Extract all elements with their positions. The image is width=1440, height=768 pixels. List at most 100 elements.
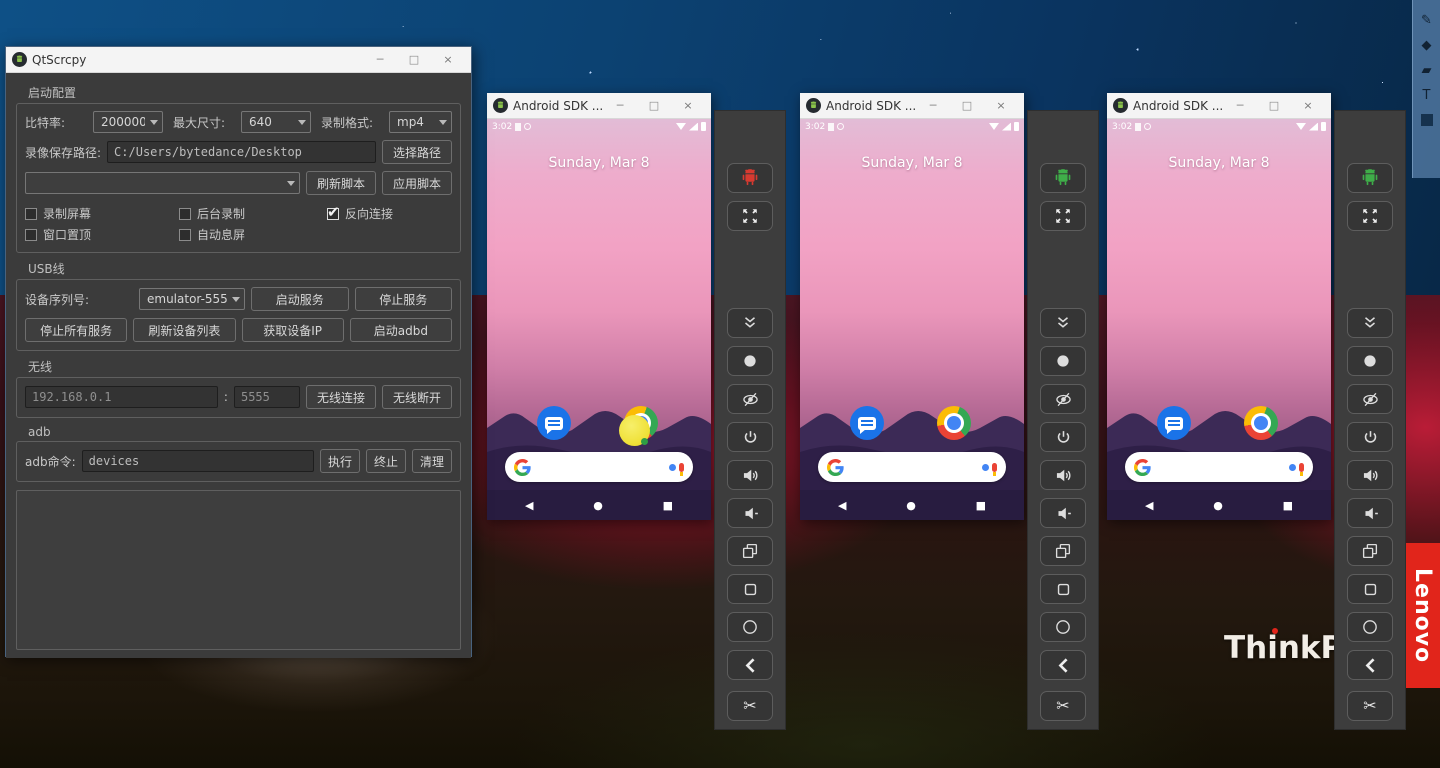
chrome-app-icon[interactable]: [1244, 406, 1278, 440]
google-search-bar[interactable]: [818, 452, 1006, 482]
power-button[interactable]: [1040, 422, 1086, 452]
screenshot-button[interactable]: ✂: [727, 691, 773, 721]
nav-recents-button[interactable]: ■: [663, 499, 673, 512]
expand-menu-button[interactable]: [1040, 308, 1086, 338]
volume-up-button[interactable]: [727, 460, 773, 490]
shape-tool-icon[interactable]: [1421, 114, 1433, 126]
close-button[interactable]: ×: [671, 99, 705, 112]
marker-icon[interactable]: ▰: [1422, 64, 1432, 77]
wireless-disconnect-button[interactable]: 无线断开: [382, 385, 452, 409]
google-search-bar[interactable]: [1125, 452, 1313, 482]
record-screen-checkbox[interactable]: 录制屏幕: [25, 205, 173, 222]
wireless-connect-button[interactable]: 无线连接: [306, 385, 376, 409]
nav-home-button[interactable]: ●: [906, 499, 916, 512]
phone-screen[interactable]: 3:02 Sunday, Mar 8: [1107, 119, 1331, 520]
record-path-input[interactable]: C:/Users/bytedance/Desktop: [107, 141, 376, 163]
voice-search-icon[interactable]: [992, 463, 997, 472]
messages-app-icon[interactable]: [1157, 406, 1191, 440]
record-button[interactable]: [727, 346, 773, 376]
nav-back-button[interactable]: ◀: [838, 499, 846, 512]
screenshot-button[interactable]: ✂: [1040, 691, 1086, 721]
max-size-select[interactable]: 640: [241, 111, 311, 133]
apply-script-button[interactable]: 应用脚本: [382, 171, 452, 195]
execute-button[interactable]: 执行: [320, 449, 360, 473]
back-button[interactable]: [1040, 650, 1086, 680]
messages-app-icon[interactable]: [537, 406, 571, 440]
select-path-button[interactable]: 选择路径: [382, 140, 452, 164]
connection-status-button[interactable]: [1040, 163, 1086, 193]
connection-status-button[interactable]: [727, 163, 773, 193]
pen-icon[interactable]: ✎: [1421, 14, 1432, 27]
bitrate-select[interactable]: 2000000: [93, 111, 163, 133]
power-button[interactable]: [1347, 422, 1393, 452]
minimize-button[interactable]: ─: [916, 99, 950, 112]
volume-down-button[interactable]: [1040, 498, 1086, 528]
refresh-device-list-button[interactable]: 刷新设备列表: [133, 318, 235, 342]
wireless-ip-input[interactable]: 192.168.0.1: [25, 386, 218, 408]
window-on-top-checkbox[interactable]: 窗口置顶: [25, 226, 173, 243]
refresh-script-button[interactable]: 刷新脚本: [306, 171, 376, 195]
record-button[interactable]: [1040, 346, 1086, 376]
minimize-button[interactable]: ─: [603, 99, 637, 112]
clean-button[interactable]: 清理: [412, 449, 452, 473]
app-switch-button[interactable]: [1040, 536, 1086, 566]
screen-off-button[interactable]: [727, 384, 773, 414]
get-device-ip-button[interactable]: 获取设备IP: [242, 318, 344, 342]
auto-screen-off-checkbox[interactable]: 自动息屏: [179, 226, 245, 243]
expand-menu-button[interactable]: [1347, 308, 1393, 338]
messages-app-icon[interactable]: [850, 406, 884, 440]
back-button[interactable]: [727, 650, 773, 680]
emulator-titlebar[interactable]: Android SDK ... ─ □ ×: [1107, 93, 1331, 119]
nav-recents-button[interactable]: ■: [1283, 499, 1293, 512]
nav-home-button[interactable]: ●: [1213, 499, 1223, 512]
app-switch-button[interactable]: [1347, 536, 1393, 566]
record-format-select[interactable]: mp4: [389, 111, 452, 133]
log-output-area[interactable]: [16, 490, 461, 650]
maximize-button[interactable]: □: [397, 53, 431, 66]
fullscreen-button[interactable]: [1347, 201, 1393, 231]
home-button[interactable]: [1040, 612, 1086, 642]
emulator-titlebar[interactable]: Android SDK ... ─ □ ×: [487, 93, 711, 119]
close-button[interactable]: ×: [1291, 99, 1325, 112]
google-search-bar[interactable]: [505, 452, 693, 482]
home-button[interactable]: [1347, 612, 1393, 642]
screen-off-button[interactable]: [1040, 384, 1086, 414]
recents-button[interactable]: [727, 574, 773, 604]
phone-screen[interactable]: 3:02 Sunday, Mar 8: [487, 119, 711, 520]
voice-search-icon[interactable]: [1299, 463, 1304, 472]
nav-home-button[interactable]: ●: [593, 499, 603, 512]
terminate-button[interactable]: 终止: [366, 449, 406, 473]
power-button[interactable]: [727, 422, 773, 452]
adb-command-input[interactable]: devices: [82, 450, 314, 472]
screen-off-button[interactable]: [1347, 384, 1393, 414]
start-adbd-button[interactable]: 启动adbd: [350, 318, 452, 342]
record-button[interactable]: [1347, 346, 1393, 376]
nav-back-button[interactable]: ◀: [525, 499, 533, 512]
maximize-button[interactable]: □: [1257, 99, 1291, 112]
back-button[interactable]: [1347, 650, 1393, 680]
maximize-button[interactable]: □: [637, 99, 671, 112]
stop-service-button[interactable]: 停止服务: [355, 287, 453, 311]
screenshot-button[interactable]: ✂: [1347, 691, 1393, 721]
expand-menu-button[interactable]: [727, 308, 773, 338]
app-switch-button[interactable]: [727, 536, 773, 566]
start-service-button[interactable]: 启动服务: [251, 287, 349, 311]
chrome-app-icon[interactable]: [937, 406, 971, 440]
phone-screen[interactable]: 3:02 Sunday, Mar 8: [800, 119, 1024, 520]
recents-button[interactable]: [1040, 574, 1086, 604]
text-tool-icon[interactable]: T: [1423, 89, 1431, 102]
recents-button[interactable]: [1347, 574, 1393, 604]
voice-search-icon[interactable]: [679, 463, 684, 472]
minimize-button[interactable]: ─: [1223, 99, 1257, 112]
stop-all-services-button[interactable]: 停止所有服务: [25, 318, 127, 342]
home-button[interactable]: [727, 612, 773, 642]
eraser-icon[interactable]: ◆: [1422, 39, 1432, 52]
maximize-button[interactable]: □: [950, 99, 984, 112]
wireless-port-input[interactable]: 5555: [234, 386, 300, 408]
emulator-titlebar[interactable]: Android SDK ... ─ □ ×: [800, 93, 1024, 119]
qtscrcpy-titlebar[interactable]: QtScrcpy ─ □ ×: [6, 47, 471, 73]
fullscreen-button[interactable]: [1040, 201, 1086, 231]
script-select[interactable]: [25, 172, 300, 194]
volume-up-button[interactable]: [1040, 460, 1086, 490]
device-serial-select[interactable]: emulator-5558: [139, 288, 245, 310]
